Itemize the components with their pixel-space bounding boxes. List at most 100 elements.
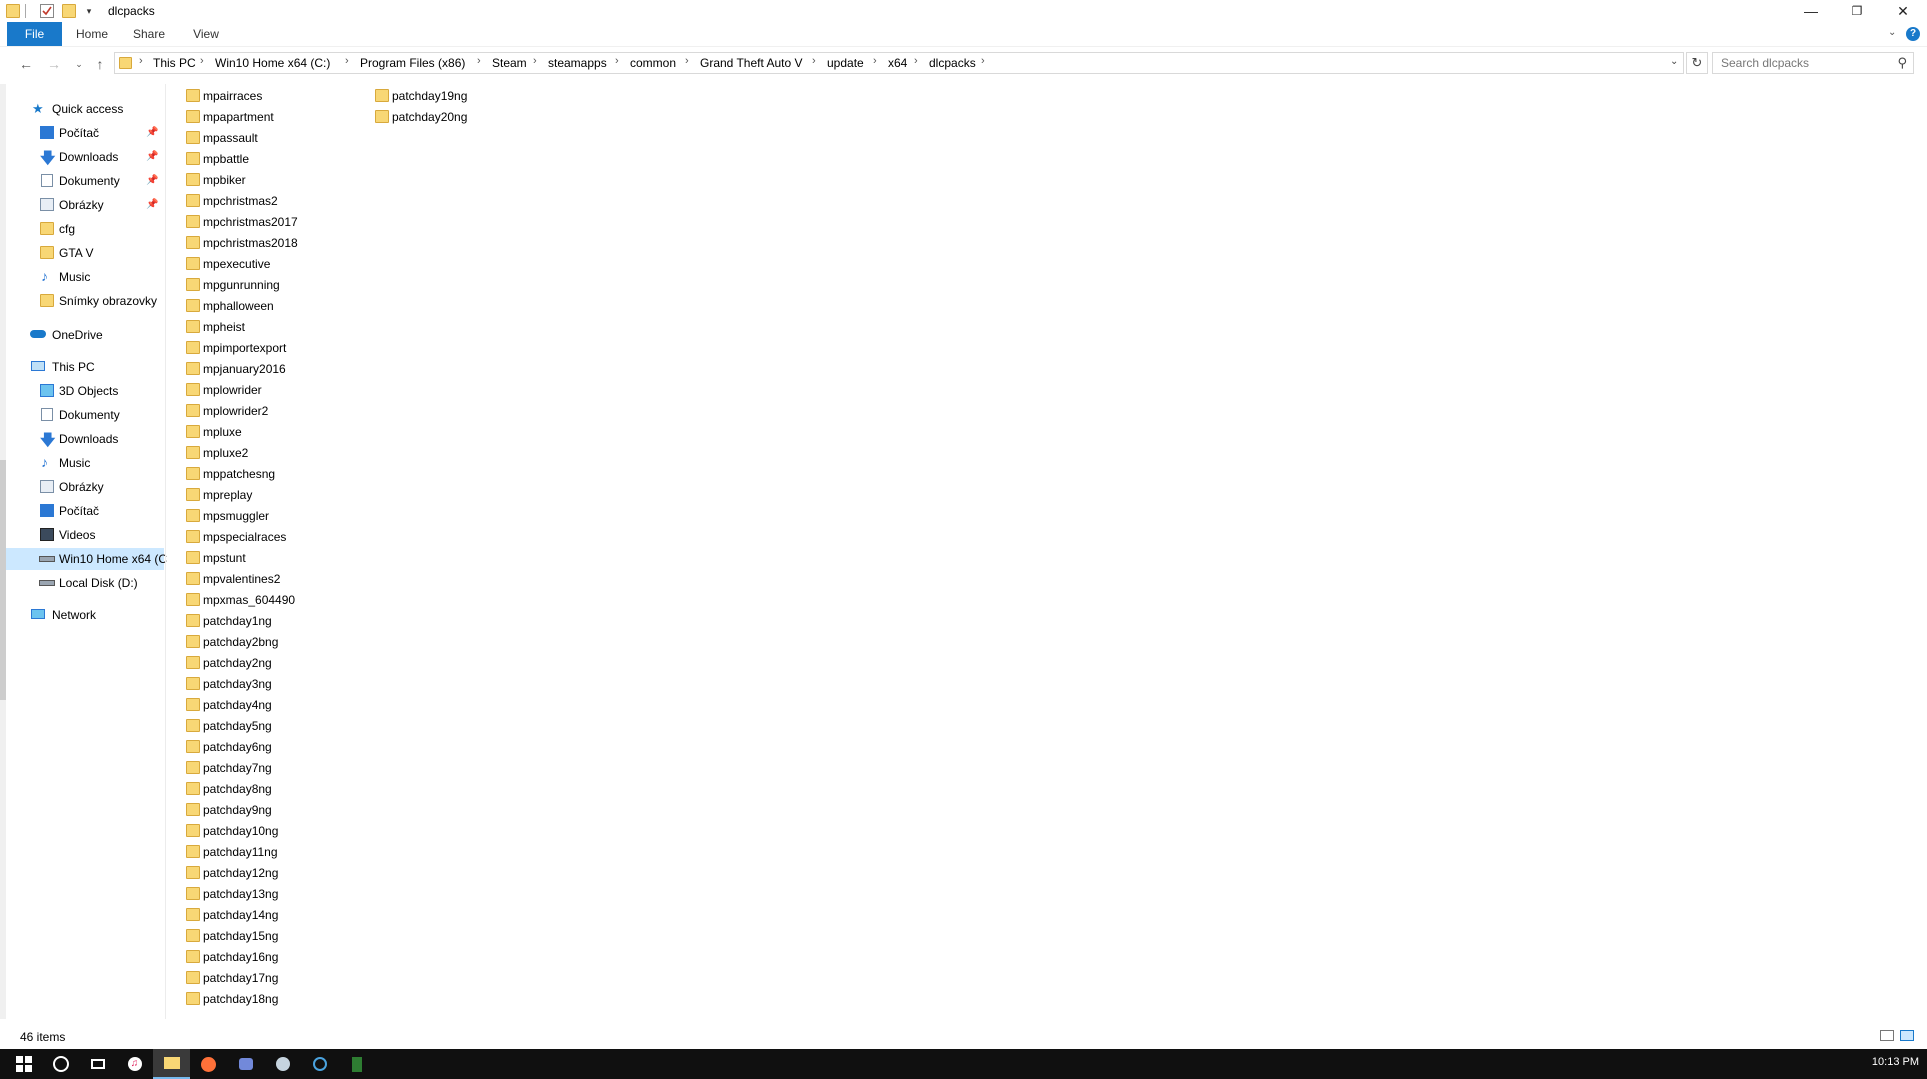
folder-item[interactable]: patchday2ng <box>186 653 346 673</box>
folder-item[interactable]: mpspecialraces <box>186 527 346 547</box>
folder-item[interactable]: patchday4ng <box>186 695 346 715</box>
itunes-button[interactable]: ♫ <box>116 1049 153 1079</box>
folder-item[interactable]: patchday3ng <box>186 674 346 694</box>
nav-quick-obrazky[interactable]: Obrázky 📌 <box>6 194 164 216</box>
folder-item[interactable]: patchday6ng <box>186 737 346 757</box>
nav-quick-pocitac[interactable]: Počítač 📌 <box>6 122 164 144</box>
folder-item[interactable]: patchday8ng <box>186 779 346 799</box>
cortana-button[interactable] <box>42 1049 79 1079</box>
folder-item[interactable]: patchday14ng <box>186 905 346 925</box>
folder-item[interactable]: patchday13ng <box>186 884 346 904</box>
folder-item[interactable]: mppatchesng <box>186 464 346 484</box>
nav-pc-drive-c[interactable]: Win10 Home x64 (C <box>6 548 167 570</box>
breadcrumb-program-files[interactable]: Program Files (x86) <box>360 56 465 70</box>
back-button[interactable]: ← <box>15 54 37 74</box>
folder-item[interactable]: patchday9ng <box>186 800 346 820</box>
nav-onedrive[interactable]: OneDrive <box>6 324 164 346</box>
folder-item[interactable]: mplowrider2 <box>186 401 346 421</box>
gta-button[interactable] <box>338 1049 375 1079</box>
folder-item[interactable]: mpexecutive <box>186 254 346 274</box>
folder-item[interactable]: mpimportexport <box>186 338 346 358</box>
nav-pc-downloads[interactable]: 🡇 Downloads <box>6 428 164 450</box>
folder-item[interactable]: mpbattle <box>186 149 346 169</box>
properties-icon[interactable] <box>40 4 54 18</box>
folder-item[interactable]: mpreplay <box>186 485 346 505</box>
folder-item[interactable]: mpchristmas2 <box>186 191 346 211</box>
breadcrumb-steam[interactable]: Steam <box>492 56 527 70</box>
nav-network[interactable]: Network <box>6 604 164 626</box>
recent-locations-button[interactable]: ⌄ <box>68 54 90 74</box>
taskbar-clock[interactable]: 10:13 PM <box>1872 1056 1919 1068</box>
nav-quick-music[interactable]: ♪ Music <box>6 266 164 288</box>
folder-item[interactable]: mpluxe2 <box>186 443 346 463</box>
breadcrumb-drive-c[interactable]: Win10 Home x64 (C:) <box>215 56 330 70</box>
nav-pc-music[interactable]: ♪ Music <box>6 452 164 474</box>
minimize-button[interactable]: — <box>1788 0 1834 22</box>
address-dropdown-icon[interactable]: ⌄ <box>1670 56 1678 67</box>
folder-item[interactable]: patchday10ng <box>186 821 346 841</box>
file-explorer-button[interactable] <box>153 1049 190 1079</box>
folder-item[interactable]: mpheist <box>186 317 346 337</box>
nav-quick-dokumenty[interactable]: Dokumenty 📌 <box>6 170 164 192</box>
tab-home[interactable]: Home <box>70 22 114 46</box>
folder-item[interactable]: patchday12ng <box>186 863 346 883</box>
tab-file[interactable]: File <box>7 22 62 46</box>
folder-item[interactable]: patchday7ng <box>186 758 346 778</box>
nav-quick-snimky-obrazovky[interactable]: Snímky obrazovky <box>6 290 164 312</box>
pane-divider[interactable] <box>165 84 166 1019</box>
help-icon[interactable]: ? <box>1906 27 1920 41</box>
folder-item[interactable]: mpxmas_604490 <box>186 590 346 610</box>
refresh-button[interactable]: ↻ <box>1686 52 1708 74</box>
nav-pc-videos[interactable]: Videos <box>6 524 164 546</box>
folder-item[interactable]: mpassault <box>186 128 346 148</box>
nav-pc-obrazky[interactable]: Obrázky <box>6 476 164 498</box>
forward-button[interactable]: → <box>43 54 65 74</box>
folder-item[interactable]: patchday1ng <box>186 611 346 631</box>
discord-button[interactable] <box>227 1049 264 1079</box>
large-icons-view-button[interactable] <box>1900 1030 1914 1041</box>
breadcrumb-gta-v[interactable]: Grand Theft Auto V <box>700 56 803 70</box>
folder-item[interactable]: mpapartment <box>186 107 346 127</box>
customize-quick-access-icon[interactable]: ▾ <box>82 4 96 18</box>
steam-button[interactable] <box>264 1049 301 1079</box>
nav-this-pc[interactable]: This PC <box>6 356 164 378</box>
folder-item[interactable]: mpchristmas2018 <box>186 233 346 253</box>
folder-item[interactable]: patchday16ng <box>186 947 346 967</box>
folder-item[interactable]: mphalloween <box>186 296 346 316</box>
folder-item[interactable]: mpbiker <box>186 170 346 190</box>
tab-share[interactable]: Share <box>126 22 172 46</box>
app-button[interactable] <box>301 1049 338 1079</box>
firefox-button[interactable] <box>190 1049 227 1079</box>
close-button[interactable]: ✕ <box>1880 0 1926 22</box>
new-folder-icon[interactable] <box>62 4 76 18</box>
details-view-button[interactable] <box>1880 1030 1894 1041</box>
folder-item[interactable]: mpchristmas2017 <box>186 212 346 232</box>
folder-item[interactable]: mpjanuary2016 <box>186 359 346 379</box>
nav-quick-access[interactable]: ★ Quick access <box>6 98 164 120</box>
nav-quick-gta-v[interactable]: GTA V <box>6 242 164 264</box>
folder-item[interactable]: mpgunrunning <box>186 275 346 295</box>
folder-item[interactable]: mpairraces <box>186 86 346 106</box>
folder-item[interactable]: mpvalentines2 <box>186 569 346 589</box>
restore-button[interactable]: ❐ <box>1834 0 1880 22</box>
breadcrumb-update[interactable]: update <box>827 56 864 70</box>
breadcrumb-common[interactable]: common <box>630 56 676 70</box>
breadcrumb-x64[interactable]: x64 <box>888 56 907 70</box>
expand-ribbon-icon[interactable]: ⌄ <box>1888 27 1896 38</box>
folder-item[interactable]: patchday19ng <box>375 86 535 106</box>
nav-pc-3d-objects[interactable]: 3D Objects <box>6 380 164 402</box>
tab-view[interactable]: View <box>184 22 228 46</box>
breadcrumb-steamapps[interactable]: steamapps <box>548 56 607 70</box>
folder-item[interactable]: patchday2bng <box>186 632 346 652</box>
folder-item[interactable]: mpluxe <box>186 422 346 442</box>
folder-item[interactable]: patchday18ng <box>186 989 346 1009</box>
nav-pc-local-disk-d[interactable]: Local Disk (D:) <box>6 572 164 594</box>
folder-item[interactable]: patchday20ng <box>375 107 535 127</box>
address-bar[interactable]: › This PC › Win10 Home x64 (C:) › Progra… <box>114 52 1684 74</box>
up-button[interactable]: ↑ <box>89 54 111 74</box>
nav-quick-cfg[interactable]: cfg <box>6 218 164 240</box>
breadcrumb-dlcpacks[interactable]: dlcpacks <box>929 56 976 70</box>
folder-item[interactable]: patchday15ng <box>186 926 346 946</box>
folder-item[interactable]: mpstunt <box>186 548 346 568</box>
folder-item[interactable]: mplowrider <box>186 380 346 400</box>
